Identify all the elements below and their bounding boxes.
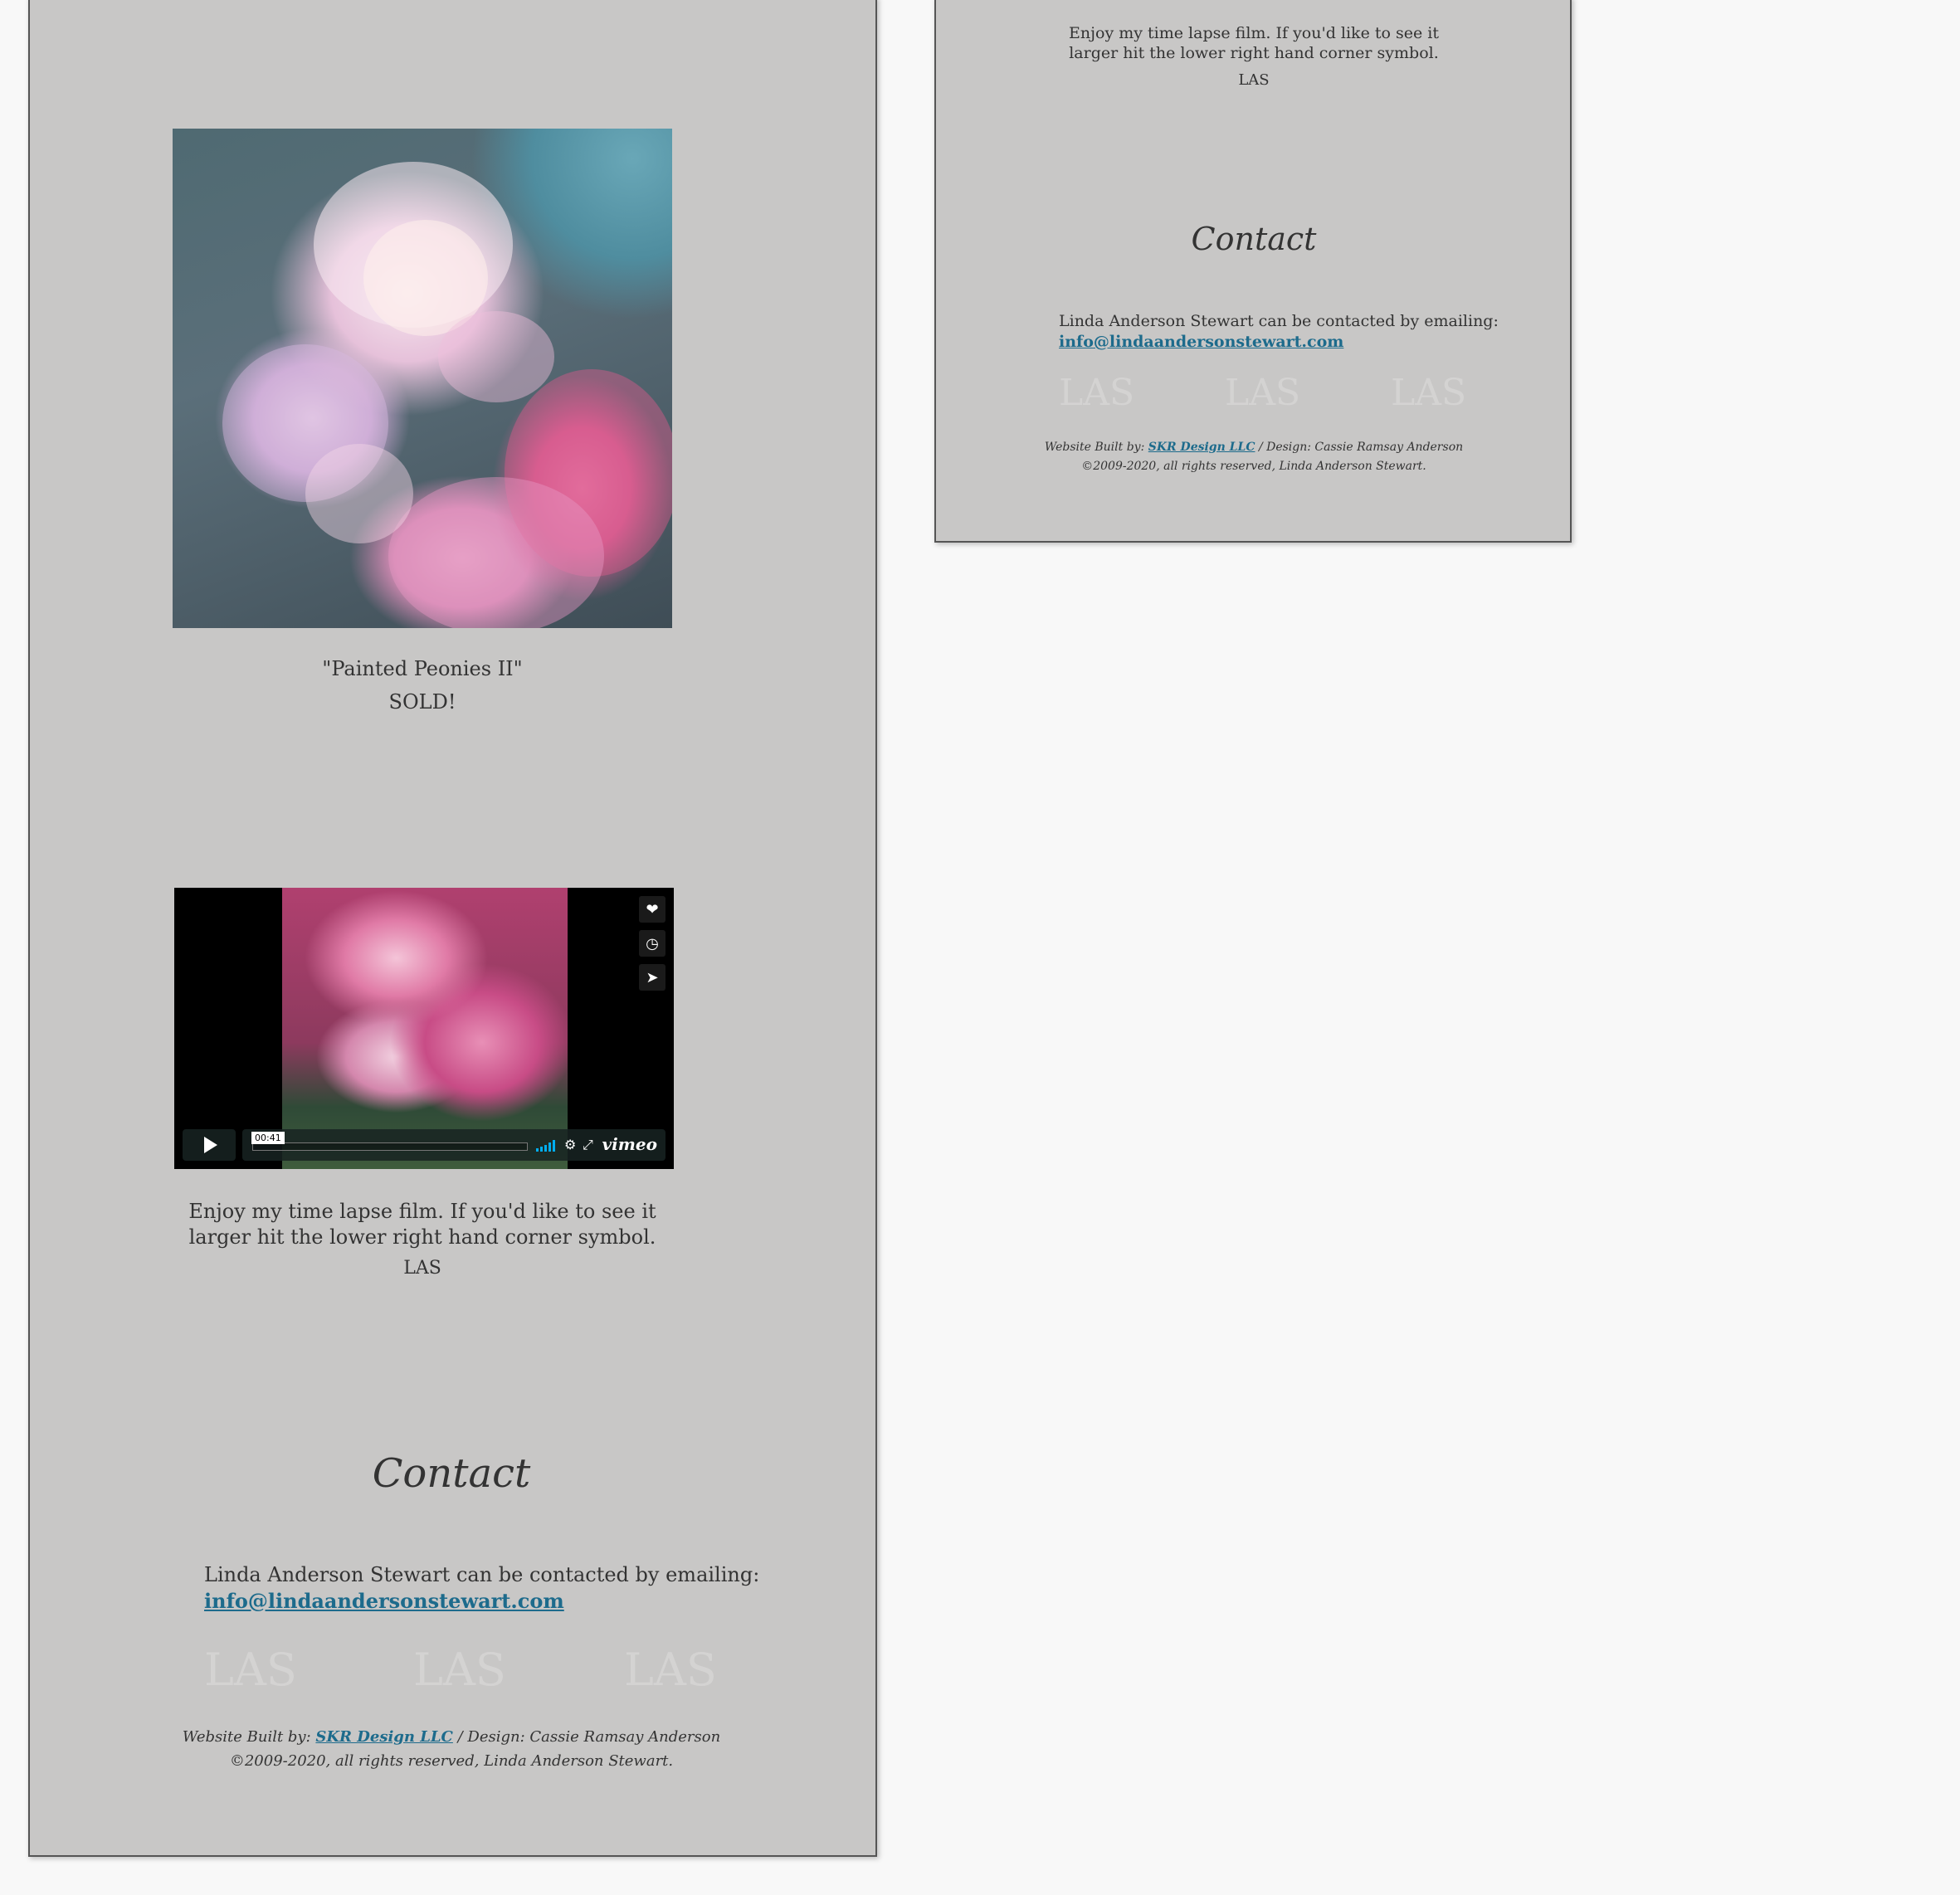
footer-built-by: Website Built by:: [1044, 441, 1145, 454]
signature-text: LAS: [403, 1258, 441, 1279]
watermark-las: LAS: [1391, 372, 1467, 414]
video-frame-image: [282, 888, 568, 1169]
painting-status: SOLD!: [388, 690, 456, 714]
volume-icon[interactable]: [536, 1140, 558, 1152]
signature-text: LAS: [1238, 71, 1270, 89]
contact-heading: Contact: [1191, 221, 1317, 257]
control-bar: 00:41 ⚙ ⤢ vimeo: [242, 1129, 666, 1161]
painting-caption: "Painted Peonies II" SOLD!: [173, 652, 672, 719]
painting-image-painted-peonies[interactable]: [173, 129, 672, 628]
heart-icon[interactable]: ❤: [639, 896, 666, 923]
video-caption: Enjoy my time lapse film. If you'd like …: [1069, 24, 1439, 62]
skr-design-link[interactable]: SKR Design LLC: [315, 1728, 452, 1746]
footer-design-credit: / Design: Cassie Ramsay Anderson: [1258, 441, 1464, 454]
play-button[interactable]: [183, 1129, 236, 1161]
contact-text: Linda Anderson Stewart can be contacted …: [1059, 312, 1499, 330]
watermark-las: LAS: [204, 1644, 297, 1696]
contact-text: Linda Anderson Stewart can be contacted …: [204, 1563, 760, 1586]
footer: Website Built by: SKR Design LLC / Desig…: [173, 1725, 730, 1773]
footer: Website Built by: SKR Design LLC / Desig…: [1042, 438, 1465, 476]
watermark-las: LAS: [1225, 372, 1301, 414]
gear-icon[interactable]: ⚙: [564, 1137, 576, 1153]
footer-credits: Website Built by: SKR Design LLC / Desig…: [173, 1725, 730, 1749]
contact-heading: Contact: [372, 1450, 531, 1497]
footer-built-by: Website Built by:: [182, 1728, 311, 1746]
play-icon: [204, 1137, 217, 1153]
fullscreen-icon[interactable]: ⤢: [583, 1137, 593, 1153]
painting-title: "Painted Peonies II": [322, 657, 523, 680]
contact-block: Linda Anderson Stewart can be contacted …: [204, 1562, 759, 1615]
paper-plane-icon[interactable]: ➤: [639, 964, 666, 991]
clock-icon[interactable]: ◷: [639, 930, 666, 957]
vimeo-logo[interactable]: vimeo: [602, 1134, 657, 1154]
email-link[interactable]: info@lindaandersonstewart.com: [204, 1589, 564, 1613]
footer-credits: Website Built by: SKR Design LLC / Desig…: [1042, 438, 1465, 457]
video-caption: Enjoy my time lapse film. If you'd like …: [188, 1200, 656, 1249]
video-controls: 00:41 ⚙ ⤢ vimeo: [183, 1129, 666, 1161]
timecode: 00:41: [251, 1132, 285, 1144]
footer-design-credit: / Design: Cassie Ramsay Anderson: [457, 1728, 721, 1746]
footer-copyright: ©2009-2020, all rights reserved, Linda A…: [229, 1752, 674, 1770]
contact-block: Linda Anderson Stewart can be contacted …: [1059, 311, 1499, 353]
watermark-las: LAS: [624, 1644, 717, 1696]
watermark-las: LAS: [1059, 372, 1135, 414]
watermark-las: LAS: [413, 1644, 506, 1696]
footer-copyright: ©2009-2020, all rights reserved, Linda A…: [1081, 460, 1426, 473]
progress-bar[interactable]: 00:41: [251, 1132, 528, 1151]
vimeo-video-player[interactable]: ❤ ◷ ➤ 00:41 ⚙ ⤢ vimeo: [174, 888, 674, 1169]
skr-design-link[interactable]: SKR Design LLC: [1148, 441, 1255, 454]
email-link[interactable]: info@lindaandersonstewart.com: [1059, 333, 1343, 351]
